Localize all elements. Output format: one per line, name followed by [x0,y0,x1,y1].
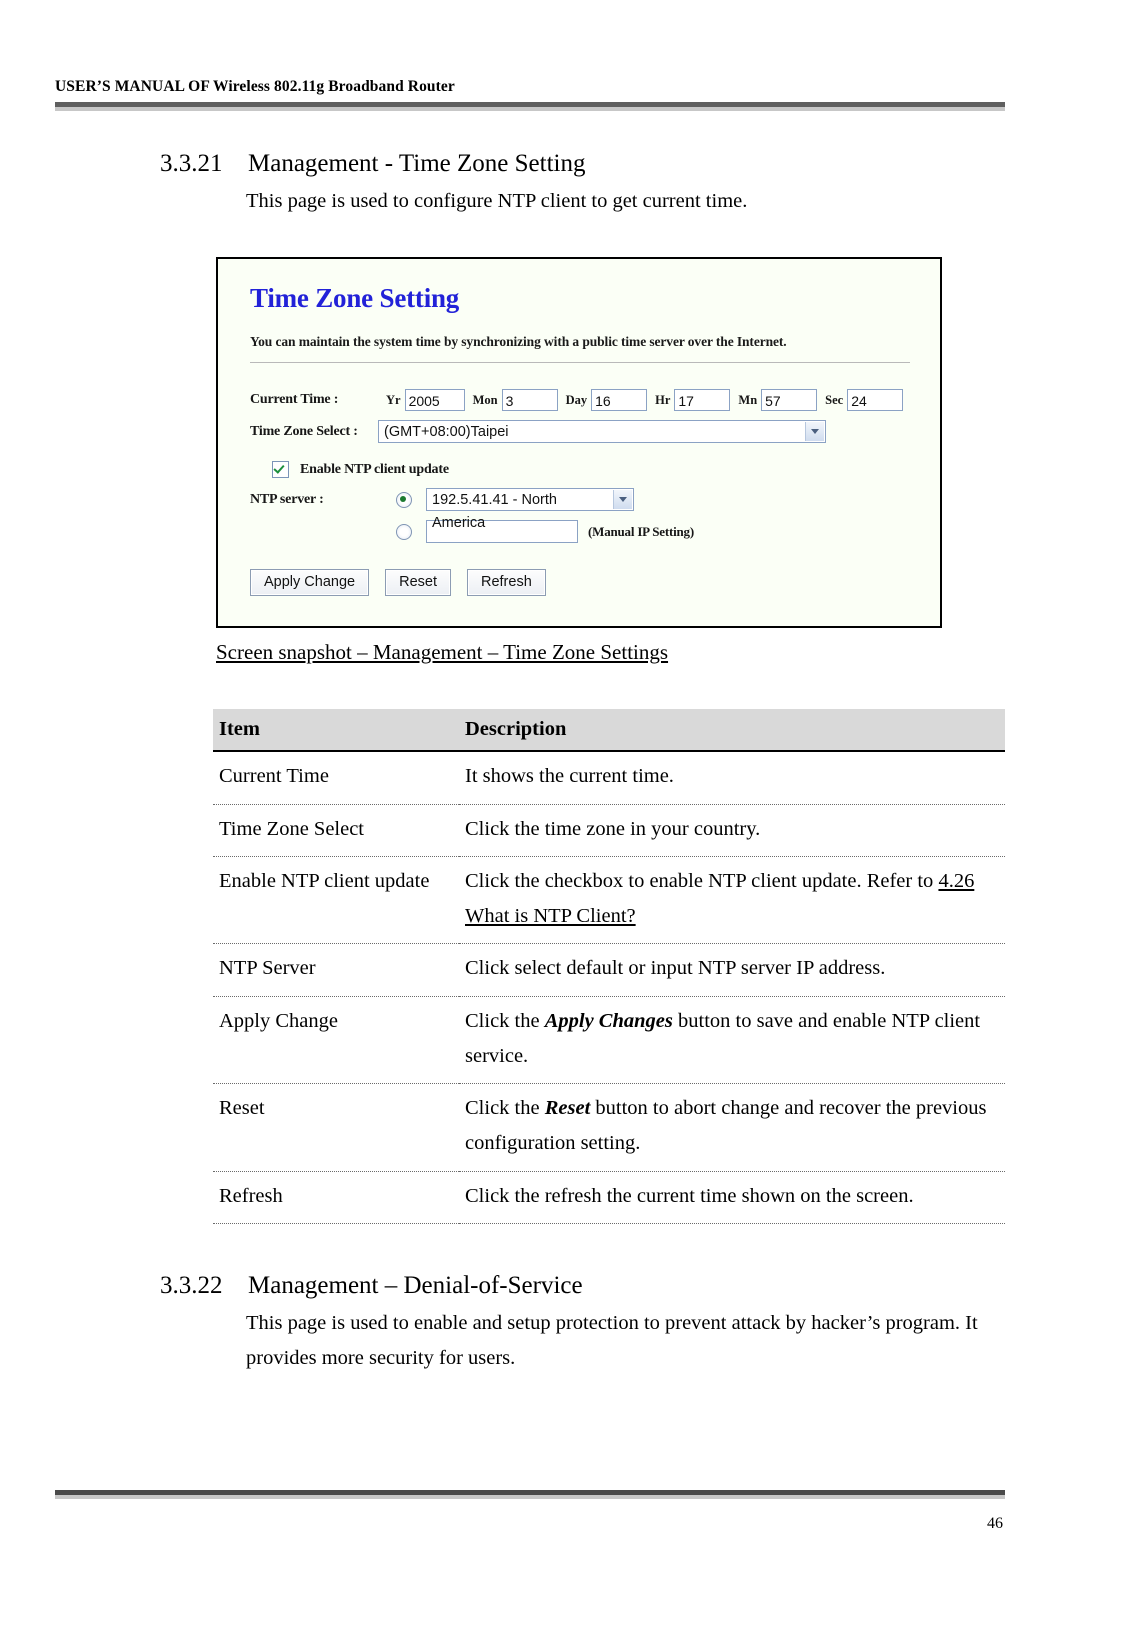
apply-change-button[interactable]: Apply Change [250,569,370,597]
row-description: Click the Apply Changes button to save a… [459,996,1005,1084]
year-input[interactable]: 2005 [404,389,465,412]
row-item: Current Time [213,751,459,805]
section-number: 3.3.22 [160,1271,223,1299]
section-number: 3.3.21 [160,150,223,177]
footer-divider [55,1490,1005,1499]
table-row: Current Time It shows the current time. [213,751,1005,805]
month-label: Mon [472,392,498,407]
enable-ntp-label: Enable NTP client update [300,461,449,477]
table-row: Refresh Click the refresh the current ti… [213,1171,1005,1224]
desc-text: Click the [465,1009,545,1032]
chevron-down-icon [805,422,824,442]
table-row: Enable NTP client update Click the check… [213,856,1005,945]
ntp-server-manual-row: (Manual IP Setting) [250,520,910,544]
section-paragraph-3-3-22: This page is used to enable and setup pr… [246,1311,978,1369]
desc-text: Click the time zone in your country. [465,817,761,840]
row-description: Click select default or input NTP server… [459,943,1005,997]
row-item: Enable NTP client update [213,856,459,945]
time-zone-selected-value: (GMT+08:00)Taipei [384,424,509,441]
desc-text: Click the refresh the current time shown… [465,1184,914,1207]
running-header: USER’S MANUAL OF Wireless 802.11g Broadb… [55,78,1005,111]
time-zone-form: Current Time : Yr 2005 Mon 3 Day 16 Hr 1… [250,389,910,597]
column-header-item: Item [213,709,459,753]
row-description: It shows the current time. [459,751,1005,805]
figure-caption: Screen snapshot – Management – Time Zone… [216,640,669,665]
row-item: Refresh [213,1171,459,1224]
ntp-manual-radio[interactable] [396,523,412,540]
desc-text: It shows the current time. [465,765,674,788]
manual-title: USER’S MANUAL OF Wireless 802.11g Broadb… [55,78,455,95]
router-screenshot-figure: Time Zone Setting You can maintain the s… [216,257,942,629]
reset-button[interactable]: Reset [385,569,451,597]
item-description-table: Item Description Current Time It shows t… [213,709,1005,1224]
second-label: Sec [825,392,844,407]
table-row: Reset Click the Reset button to abort ch… [213,1083,1005,1172]
ntp-server-dropdown[interactable]: 192.5.41.41 - North America [426,488,634,531]
row-description: Click the time zone in your country. [459,804,1005,857]
refresh-button[interactable]: Refresh [466,569,546,597]
row-item: Reset [213,1083,459,1172]
section-title: Management – Denial-of-Service [248,1271,583,1299]
minute-input[interactable]: 57 [761,389,818,412]
section-title: Management - Time Zone Setting [248,150,586,177]
hour-input[interactable]: 17 [674,389,731,412]
screenshot-page-description: You can maintain the system time by sync… [250,334,910,364]
table-row: Apply Change Click the Apply Changes but… [213,996,1005,1084]
row-item: NTP Server [213,943,459,997]
ntp-server-label: NTP server : [250,491,324,507]
row-description: Click the checkbox to enable NTP client … [459,856,1005,945]
section-heading-3-3-21: 3.3.21 Management - Time Zone Setting [160,150,1138,178]
header-divider [55,102,1005,111]
manual-ip-note: (Manual IP Setting) [588,523,694,539]
time-zone-select-dropdown[interactable]: (GMT+08:00)Taipei [378,420,826,444]
section-heading-3-3-22: 3.3.22 Management – Denial-of-Service [160,1272,1138,1300]
day-label: Day [565,392,588,407]
desc-text: Click select default or input NTP server… [465,957,886,980]
page-content: 3.3.21 Management - Time Zone Setting Th… [0,150,1138,1376]
row-description: Click the refresh the current time shown… [459,1171,1005,1224]
second-input[interactable]: 24 [847,389,904,412]
row-description: Click the Reset button to abort change a… [459,1083,1005,1172]
header-divider-light [55,107,1005,111]
screenshot-page-title: Time Zone Setting [250,283,460,314]
time-zone-select-label: Time Zone Select : [250,423,358,439]
desc-text: Click the checkbox to enable NTP client … [465,869,939,892]
table-body: Current Time It shows the current time. … [213,751,1005,1224]
ntp-server-preset-row: NTP server : 192.5.41.41 - North America [250,488,910,531]
form-button-row: Apply Change Reset Refresh [250,569,910,597]
ntp-preset-radio[interactable] [396,491,412,508]
enable-ntp-row[interactable]: Enable NTP client update [272,461,910,479]
current-time-row: Current Time : Yr 2005 Mon 3 Day 16 Hr 1… [250,389,910,412]
desc-emphasis: Apply Changes [544,1009,673,1032]
time-zone-select-row: Time Zone Select : (GMT+08:00)Taipei [250,420,910,444]
month-input[interactable]: 3 [501,389,558,412]
page-number: 46 [987,1515,1003,1532]
hour-label: Hr [655,392,671,407]
minute-label: Mn [738,392,758,407]
row-item: Apply Change [213,996,459,1084]
section-paragraph-3-3-21: This page is used to configure NTP clien… [246,190,748,212]
chevron-down-icon [613,490,632,510]
day-input[interactable]: 16 [591,389,648,412]
row-item: Time Zone Select [213,804,459,857]
current-time-label: Current Time : [250,392,339,408]
table-row: NTP Server Click select default or input… [213,943,1005,997]
table-row: Time Zone Select Click the time zone in … [213,804,1005,857]
table-header-row: Item Description [213,709,1005,753]
enable-ntp-checkbox[interactable] [272,461,289,479]
year-label: Yr [386,392,401,407]
footer-divider-light [55,1495,1005,1499]
desc-emphasis: Reset [544,1097,591,1119]
desc-text: Click the [465,1097,545,1119]
running-footer: 46 [55,1490,1005,1533]
column-header-description: Description [459,709,1005,753]
document-page: USER’S MANUAL OF Wireless 802.11g Broadb… [0,0,1138,1652]
